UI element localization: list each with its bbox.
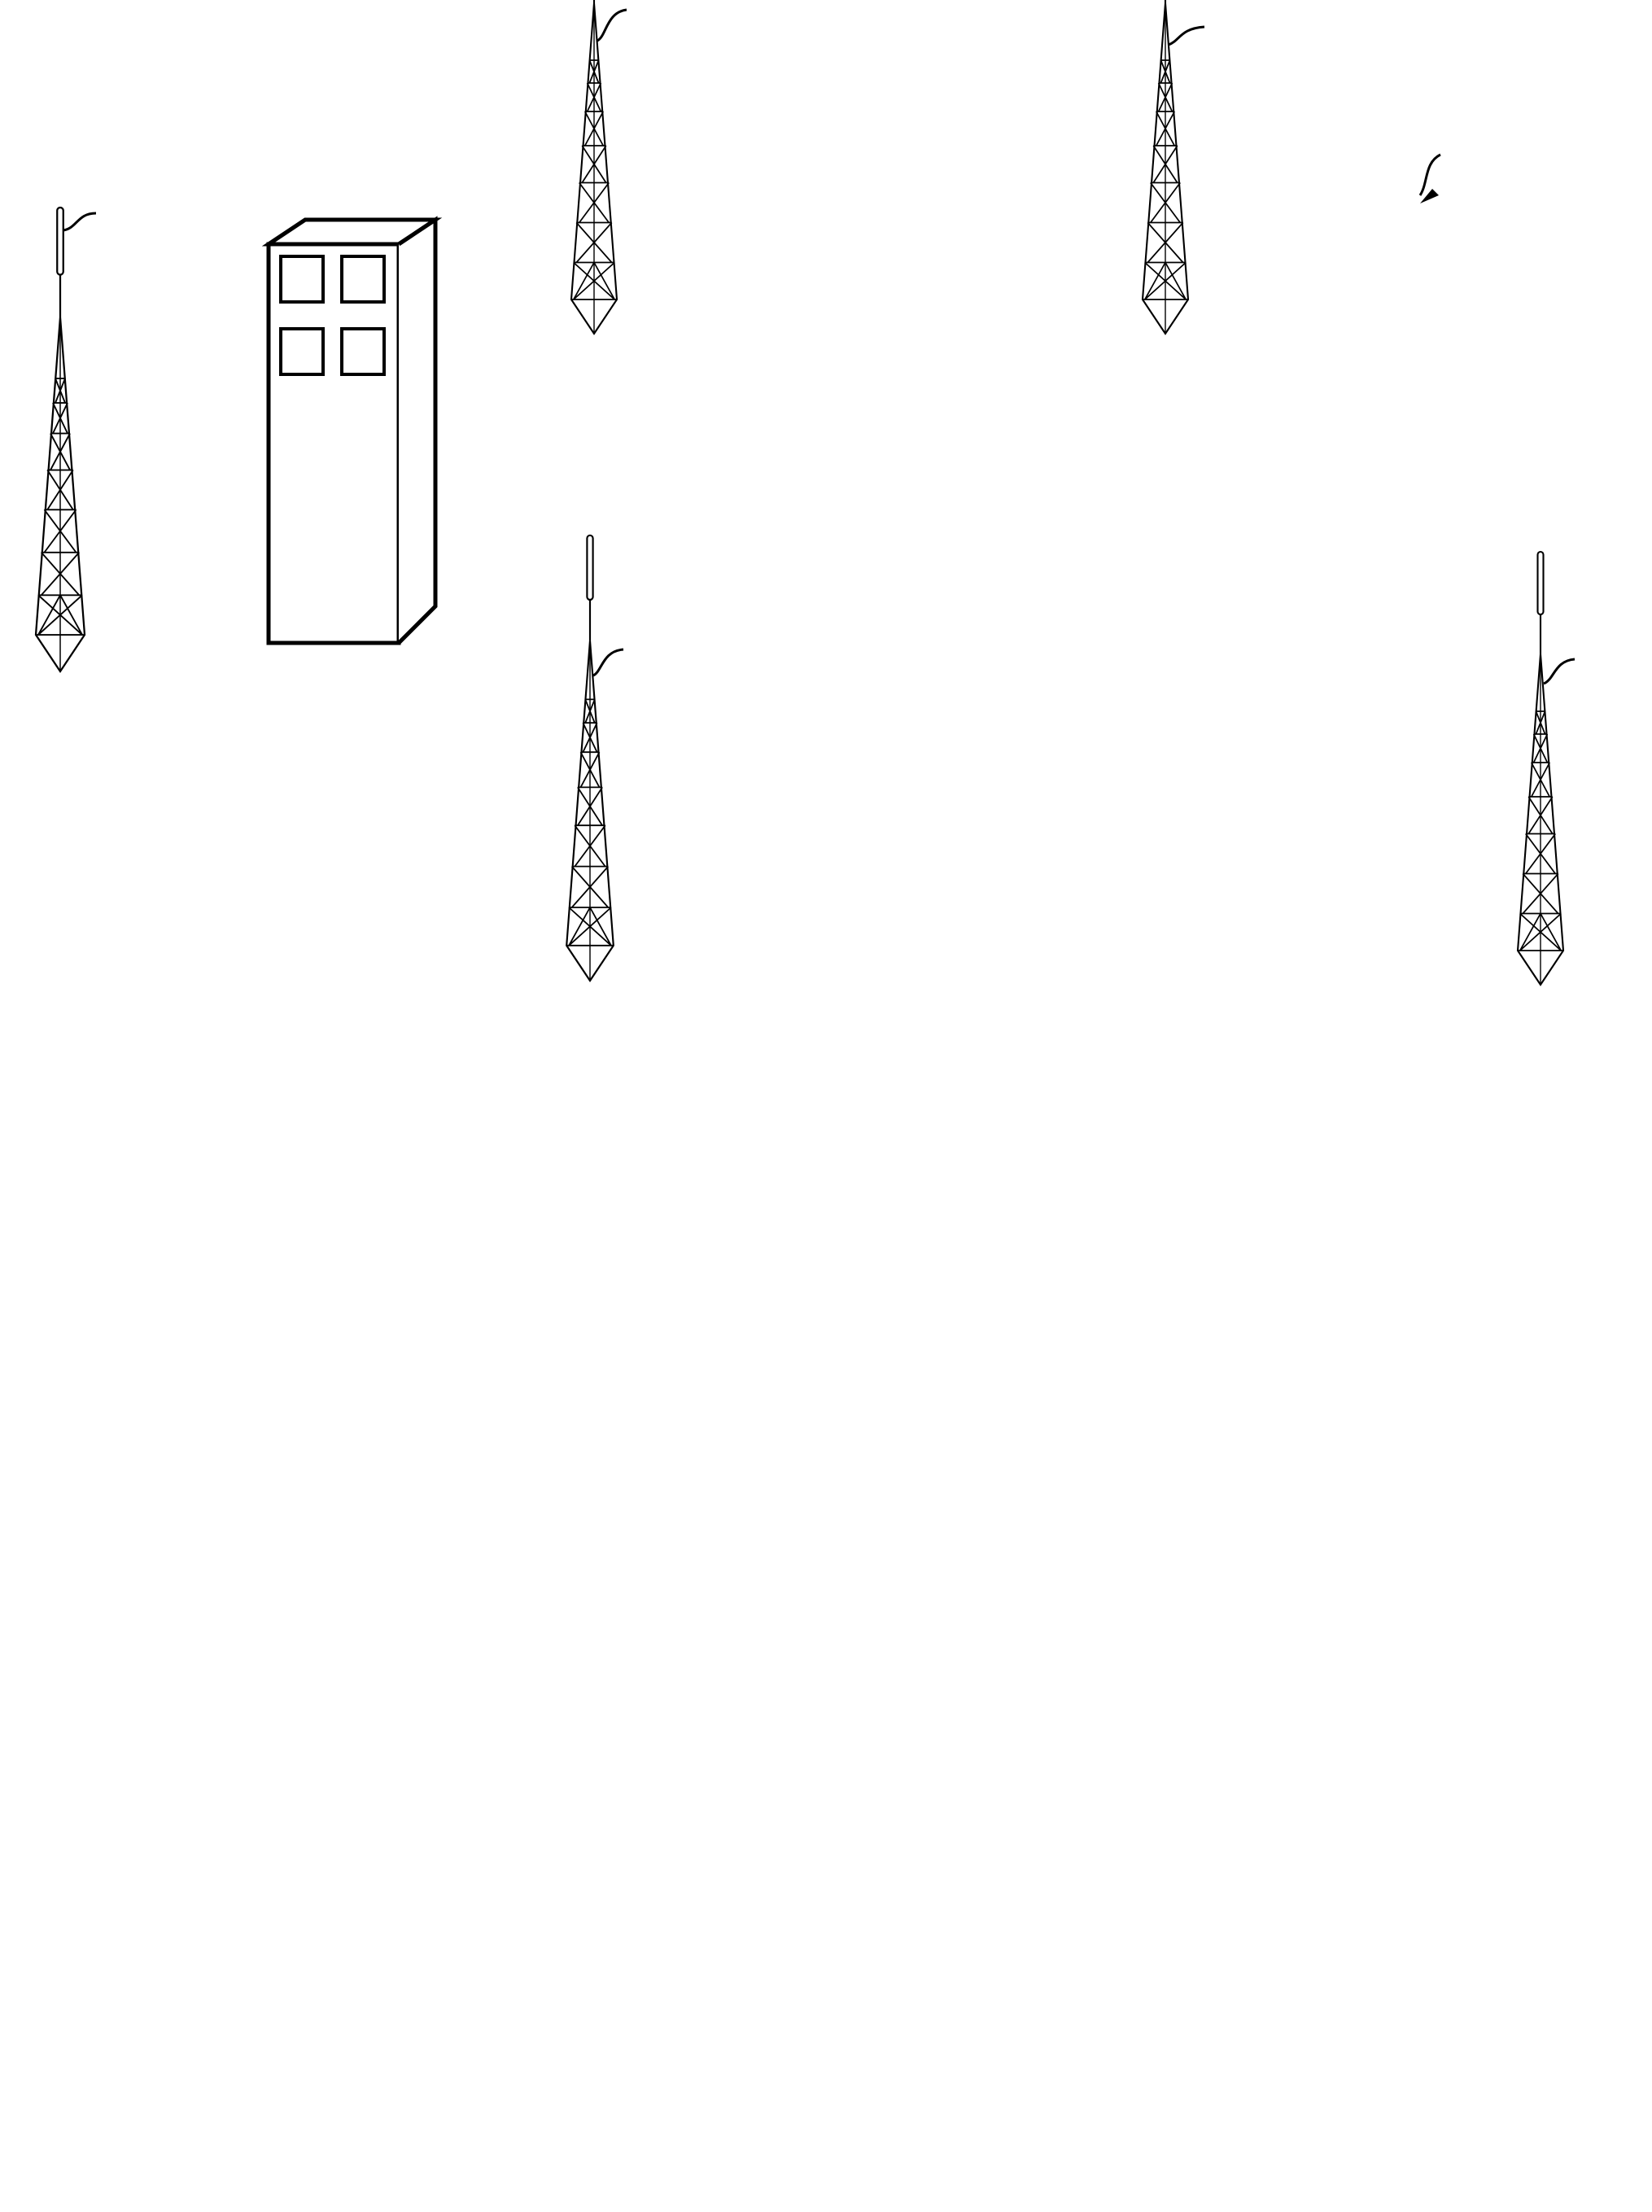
cell-tower-75-icon [1516,550,1576,986]
system-pointer-65 [1418,153,1441,203]
building-91-icon [261,216,443,645]
cell-tower-72-icon [1141,0,1205,335]
cell-tower-71-icon [570,0,627,335]
cell-tower-73-icon [566,534,624,982]
fig3-network-diagram [34,0,1576,986]
cell-tower-74-icon [34,206,97,673]
patent-drawing-sheet [34,0,1576,986]
